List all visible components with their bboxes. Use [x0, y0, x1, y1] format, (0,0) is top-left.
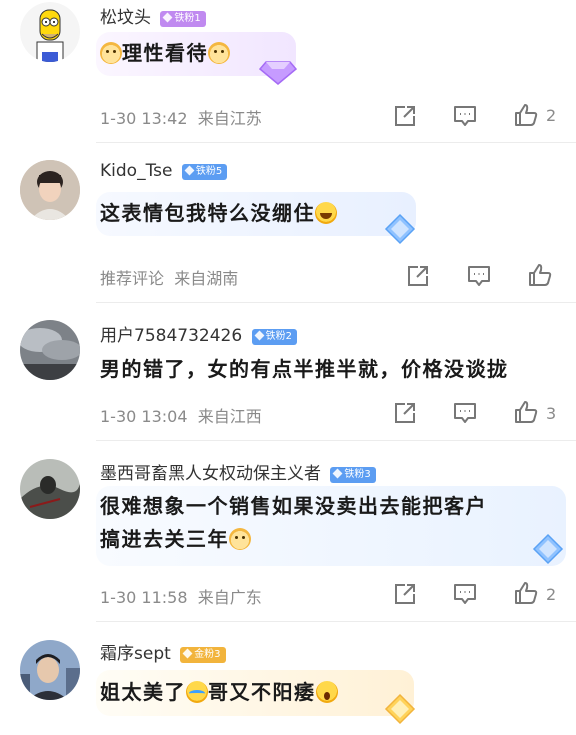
diamond-icon [184, 165, 195, 176]
username-text[interactable]: 用户7584732426 [100, 326, 242, 346]
dog-emoji-icon [208, 42, 230, 64]
like-icon[interactable] [513, 580, 539, 606]
location: 来自江西 [197, 407, 262, 426]
diamond-icon [254, 330, 265, 341]
comment-meta: 1-30 11:58 来自广东 [100, 584, 262, 608]
comment-text: 理性看待 [100, 37, 230, 70]
username[interactable]: 霜序sept 金粉3 [100, 639, 226, 664]
timestamp: 1-30 13:04 [100, 407, 188, 426]
comment-meta: 1-30 13:04 来自江西 [100, 403, 262, 427]
diamond-icon [182, 648, 193, 659]
avatar[interactable] [20, 640, 80, 700]
gold-gem-icon [384, 693, 416, 725]
comment-icon[interactable] [452, 581, 478, 607]
avatar[interactable] [20, 160, 80, 220]
comment-meta: 推荐评论 来自湖南 [100, 265, 238, 289]
like-count: 2 [546, 585, 557, 604]
comment-text: 很难想象一个销售如果没卖出去能把客户 搞进去关三年 [100, 494, 487, 551]
comment-text: 姐太美了 哥又不阳痿 [100, 676, 338, 709]
like-icon[interactable] [527, 262, 553, 288]
avatar[interactable] [20, 459, 80, 519]
username[interactable]: Kido_Tse 铁粉5 [100, 161, 228, 181]
location: 来自广东 [197, 588, 262, 607]
fan-badge: 铁粉3 [330, 467, 376, 483]
divider [96, 142, 576, 143]
like-count: 3 [546, 404, 557, 423]
fan-badge: 金粉3 [180, 647, 226, 663]
fan-badge: 铁粉5 [181, 164, 228, 180]
fan-badge: 铁粉1 [160, 11, 206, 27]
purple-gem-icon [258, 61, 298, 85]
dog-emoji-icon [100, 42, 122, 64]
username[interactable]: 墨西哥畜黑人女权动保主义者 铁粉3 [100, 459, 376, 484]
blue-gem-icon [532, 533, 564, 565]
laughing-emoji-icon [315, 202, 337, 224]
divider [96, 440, 576, 441]
comment-meta: 1-30 13:42 来自江苏 [100, 105, 262, 129]
share-icon[interactable] [392, 581, 418, 607]
like-count: 2 [546, 106, 557, 125]
avatar[interactable] [20, 2, 80, 62]
avatar[interactable] [20, 320, 80, 380]
username-text[interactable]: 霜序sept [100, 644, 171, 664]
location: 来自湖南 [174, 269, 239, 288]
share-icon[interactable] [392, 400, 418, 426]
comment-icon[interactable] [452, 400, 478, 426]
comment-text: 男的错了，女的有点半推半就，价格没谈拢 [100, 357, 509, 381]
comment-icon[interactable] [452, 103, 478, 129]
username[interactable]: 松坟头 铁粉1 [100, 3, 206, 28]
username-text[interactable]: 墨西哥畜黑人女权动保主义者 [100, 464, 321, 484]
like-icon[interactable] [513, 399, 539, 425]
recommended-tag: 推荐评论 [100, 269, 165, 288]
diamond-icon [332, 468, 343, 479]
crying-laughing-emoji-icon [186, 681, 208, 703]
comment-text: 这表情包我特么没绷住 [100, 197, 337, 230]
divider [96, 302, 576, 303]
dog-emoji-icon [229, 528, 251, 550]
like-icon[interactable] [513, 102, 539, 128]
diamond-icon [162, 12, 173, 23]
location: 来自江苏 [197, 109, 262, 128]
blue-gem-icon [384, 213, 416, 245]
comment-icon[interactable] [466, 263, 492, 289]
timestamp: 1-30 11:58 [100, 588, 188, 607]
username[interactable]: 用户7584732426 铁粉2 [100, 321, 297, 346]
share-icon[interactable] [405, 263, 431, 289]
divider [96, 621, 576, 622]
share-icon[interactable] [392, 103, 418, 129]
fan-badge: 铁粉2 [251, 329, 297, 345]
username-text[interactable]: Kido_Tse [100, 161, 172, 181]
username-text[interactable]: 松坟头 [100, 8, 151, 28]
shocked-emoji-icon [315, 681, 338, 703]
timestamp: 1-30 13:42 [100, 109, 188, 128]
